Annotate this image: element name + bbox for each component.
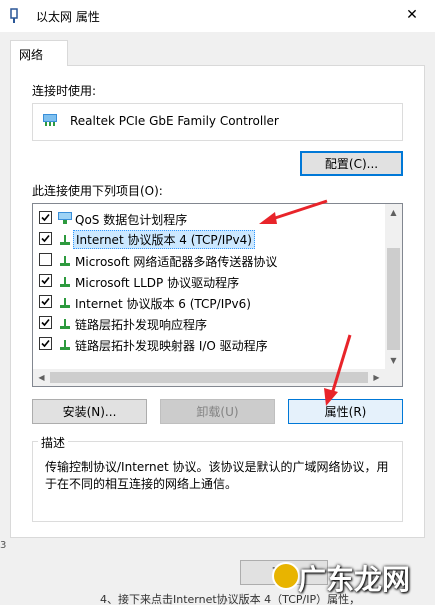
item-checkbox[interactable]: [39, 253, 52, 266]
protocol-icon: [57, 315, 73, 331]
vertical-scrollbar[interactable]: ▲ ▼: [385, 204, 402, 369]
title-bar: 以太网 属性 ✕: [0, 0, 435, 32]
annotation-arrow-icon: [259, 199, 328, 224]
scroll-right-icon[interactable]: ▶: [368, 369, 385, 386]
close-button[interactable]: ✕: [398, 0, 426, 30]
description-text: 传输控制协议/Internet 协议。该协议是默认的广域网络协议，用于在不同的相…: [45, 460, 389, 491]
item-checkbox[interactable]: [39, 337, 52, 350]
item-label: 链路层拓扑发现响应程序: [75, 318, 208, 332]
bottom-caption: 4、接下来点击Internet协议版本 4（TCP/IP）属性，: [100, 593, 361, 605]
description-title: 描述: [38, 434, 69, 451]
item-label: Internet 协议版本 4 (TCP/IPv4): [73, 230, 255, 249]
annotation-arrow-icon: [324, 334, 352, 406]
adapter-display: Realtek PCIe GbE Family Controller: [32, 103, 403, 141]
network-card-icon: [42, 112, 58, 128]
uninstall-button[interactable]: 卸载(U): [160, 399, 275, 424]
item-checkbox[interactable]: [39, 211, 52, 224]
close-icon: ✕: [406, 7, 418, 23]
scroll-down-icon[interactable]: ▼: [385, 352, 402, 369]
protocol-icon: [57, 231, 73, 247]
scroll-corner: [385, 369, 402, 386]
connect-using-label: 连接时使用:: [32, 84, 97, 98]
edge-text: 3: [0, 540, 7, 551]
list-item-selected[interactable]: Internet 协议版本 4 (TCP/IPv4): [33, 228, 385, 249]
item-label: Microsoft 网络适配器多路传送器协议: [75, 255, 278, 269]
item-checkbox[interactable]: [39, 295, 52, 308]
item-checkbox[interactable]: [39, 316, 52, 329]
protocol-icon: [57, 252, 73, 268]
qos-icon: [57, 210, 73, 226]
item-label: Internet 协议版本 6 (TCP/IPv6): [75, 297, 251, 311]
scroll-left-icon[interactable]: ◀: [33, 369, 50, 386]
item-label: 链路层拓扑发现映射器 I/O 驱动程序: [75, 339, 268, 353]
list-item[interactable]: Internet 协议版本 6 (TCP/IPv6): [33, 291, 385, 312]
vertical-scroll-thumb[interactable]: [387, 248, 400, 350]
watermark-logo: [272, 562, 300, 590]
install-button[interactable]: 安装(N)...: [32, 399, 147, 424]
items-label: 此连接使用下列项目(O):: [32, 184, 163, 198]
network-adapter-icon: [8, 8, 20, 24]
list-item[interactable]: 链路层拓扑发现响应程序: [33, 312, 385, 333]
item-label: Microsoft LLDP 协议驱动程序: [75, 276, 240, 290]
list-item[interactable]: Microsoft 网络适配器多路传送器协议: [33, 249, 385, 270]
list-item[interactable]: Microsoft LLDP 协议驱动程序: [33, 270, 385, 291]
item-label: QoS 数据包计划程序: [75, 213, 188, 227]
adapter-name: Realtek PCIe GbE Family Controller: [70, 114, 279, 128]
protocol-icon: [57, 294, 73, 310]
tab-network[interactable]: 网络: [10, 40, 68, 66]
protocol-icon: [57, 336, 73, 352]
item-checkbox[interactable]: [39, 232, 52, 245]
window-title: 以太网 属性: [36, 10, 100, 24]
item-checkbox[interactable]: [39, 274, 52, 287]
tab-label: 网络: [19, 48, 44, 62]
configure-button[interactable]: 配置(C)...: [300, 151, 403, 176]
protocol-icon: [57, 273, 73, 289]
list-item[interactable]: QoS 数据包计划程序: [33, 207, 385, 228]
scroll-up-icon[interactable]: ▲: [385, 204, 402, 221]
